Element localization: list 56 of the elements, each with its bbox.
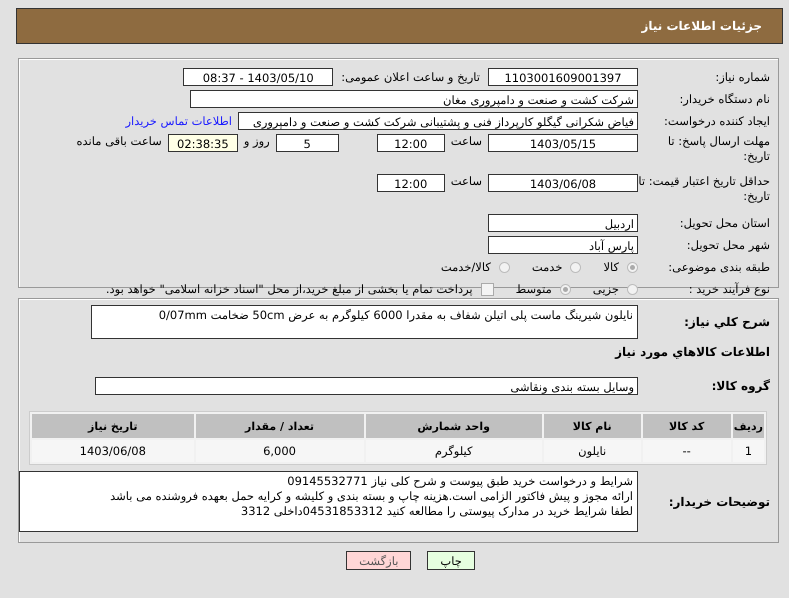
column-header: تاریخ نیاز — [32, 414, 194, 438]
field-label: شرح کلي نياز: — [683, 314, 771, 329]
field-label: شهر محل تحویل: — [686, 238, 771, 252]
print-button[interactable]: چاپ — [427, 551, 475, 570]
days-field: 5 — [276, 134, 339, 152]
days-label: روز و — [244, 134, 270, 148]
table-cell: 1 — [732, 440, 764, 462]
column-header: نام کالا — [544, 414, 641, 438]
goods-group-field: وسایل بسته بندی ونقاشی — [95, 377, 638, 395]
remaining-label: ساعت باقی مانده — [76, 134, 162, 148]
requester-field: فیاض شکرانی گیگلو کارپرداز فنی و پشتیبانی شرکت کشت و صنعت و دامپروری — [238, 112, 638, 130]
time-field: 12:00 — [376, 174, 445, 192]
description-field: نایلون شیرینگ ماست پلی اتیلن شفاف به مقدرا 6000 کیلوگرم به عرض 50cm ضخامت 0/07mm — [91, 305, 638, 339]
date-field: 1403/05/15 — [488, 134, 638, 152]
city-field: پارس آباد — [488, 236, 638, 254]
buyer-org-field: شرکت کشت و صنعت و دامپروری مغان — [190, 90, 638, 108]
date-field: 1403/06/08 — [488, 174, 638, 192]
column-header: کد کالا — [642, 414, 731, 438]
field-label: توضیحات خریدار: — [668, 494, 771, 508]
section-title: اطلاعات کالاهاي مورد نياز — [614, 345, 771, 359]
remaining-time-field: 02:38:35 — [168, 134, 238, 152]
radio-label: متوسط — [516, 282, 552, 296]
radio-label: خدمت — [532, 260, 562, 274]
field-label: مهلت ارسال پاسخ: تا تاریخ: — [666, 134, 771, 164]
province-field: اردبیل — [488, 214, 638, 232]
checkbox-label: پرداخت تمام یا بخشی از مبلغ خرید،از محل "اسناد خزانه اسلامی" خواهد بود. — [106, 282, 473, 296]
radio-label: کالا — [603, 260, 619, 274]
column-header: ردیف — [732, 414, 764, 438]
table-cell: -- — [642, 440, 731, 462]
field-label: طبقه بندی موضوعی: — [667, 260, 771, 274]
table-cell: 1403/06/08 — [32, 440, 194, 462]
table-cell: 6,000 — [196, 440, 364, 462]
contact-link[interactable]: اطلاعات تماس خریدار — [125, 114, 232, 128]
table-cell: نایلون — [544, 440, 641, 462]
field-label: نوع فرآیند خرید : — [688, 282, 771, 296]
back-button[interactable]: بازگشت — [346, 551, 412, 570]
table-cell: کیلوگرم — [366, 440, 542, 462]
field-label: شماره نیاز: — [714, 70, 771, 84]
field-label: تاریخ و ساعت اعلان عمومی: — [341, 70, 480, 84]
column-header: تعداد / مقدار — [196, 414, 364, 438]
field-label: استان محل تحویل: — [678, 216, 771, 230]
time-field: 12:00 — [376, 134, 445, 152]
radio-label: جزیی — [592, 282, 619, 296]
field-label: نام دستگاه خریدار: — [678, 92, 771, 106]
field-label: ایجاد کننده درخواست: — [663, 114, 771, 128]
time-label: ساعت — [450, 134, 482, 148]
field-label: گروه کالا: — [710, 379, 771, 393]
announce-date-field: 1403/05/10 - 08:37 — [183, 68, 334, 86]
buyer-notes-field: شرایط و درخواست خرید طبق پیوست و شرح کلی نیاز 09145532771 ارائه مجوز و پیش فاکتور الزامی است.هزینه چاپ و بسته بندی و کلیشه و کرایه حمل بعهده فروشنده می باشد لطفا شرایط خرید در مدارک پیوستی را مطالعه کنید 04531853312داخلی 3312 — [19, 471, 638, 532]
column-header: واحد شمارش — [366, 414, 542, 438]
need-number-field: 1103001609001397 — [488, 68, 638, 86]
radio-label: کالا/خدمت — [440, 260, 491, 274]
field-label: حداقل تاریخ اعتبار قیمت: تا تاریخ: — [638, 174, 771, 204]
checkbox[interactable] — [480, 282, 494, 296]
page-title: جزئیات اطلاعات نیاز — [641, 19, 762, 33]
time-label: ساعت — [450, 174, 482, 188]
